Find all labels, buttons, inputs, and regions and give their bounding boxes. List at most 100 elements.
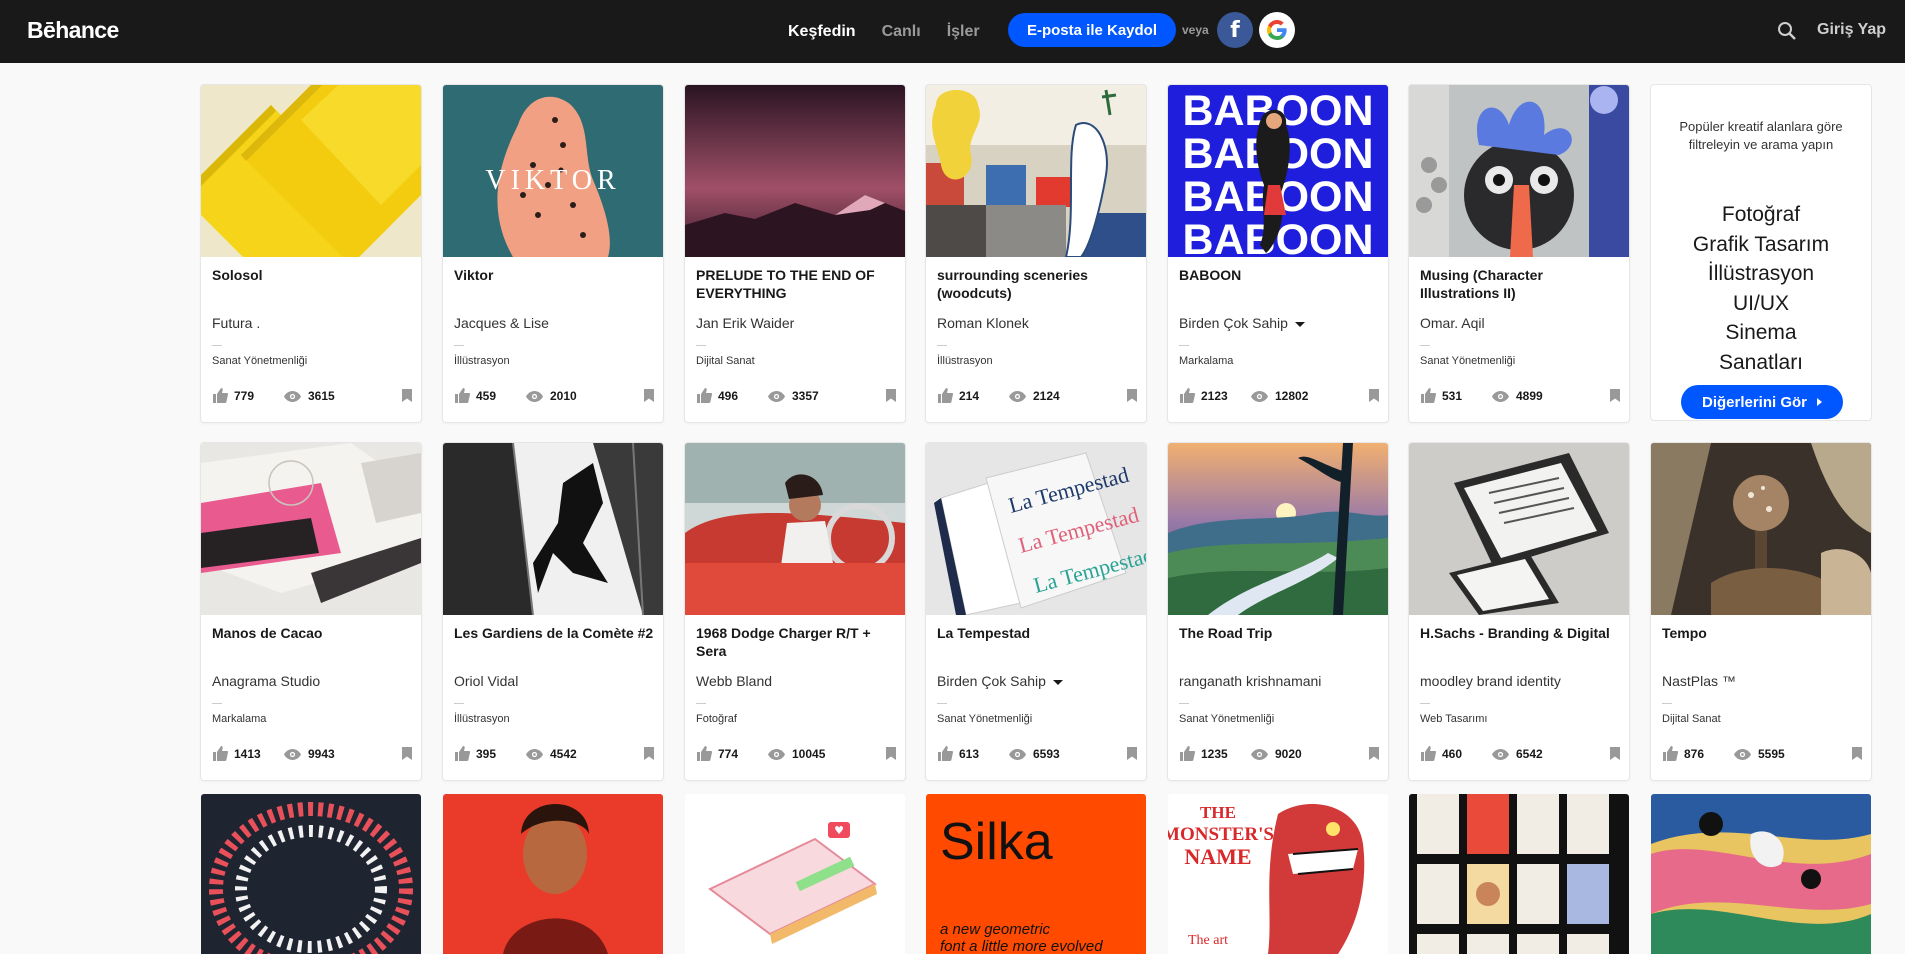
login-link[interactable]: Giriş Yap — [1817, 21, 1886, 39]
project-title[interactable]: Manos de Cacao — [212, 624, 412, 642]
nav-live[interactable]: Canlı — [882, 23, 921, 41]
project-title[interactable]: BABOON — [1179, 266, 1379, 284]
project-field[interactable]: Fotoğraf — [696, 713, 737, 725]
project-thumbnail[interactable] — [443, 794, 663, 954]
google-login-button[interactable] — [1259, 12, 1295, 48]
project-card[interactable]: Musing (Character Illustrations II) Omar… — [1409, 85, 1629, 422]
see-more-fields-button[interactable]: Diğerlerini Gör — [1681, 385, 1843, 419]
project-thumbnail[interactable] — [1409, 85, 1629, 257]
project-thumbnail[interactable] — [201, 85, 421, 257]
save-to-collection-button[interactable] — [886, 747, 896, 760]
project-card[interactable]: PRELUDE TO THE END OF EVERYTHING Jan Eri… — [685, 85, 905, 422]
project-field[interactable]: Markalama — [212, 713, 266, 725]
project-thumbnail[interactable] — [685, 85, 905, 257]
project-thumbnail[interactable]: ♥ — [685, 794, 905, 954]
project-field[interactable]: Sanat Yönetmenliği — [937, 713, 1032, 725]
project-title[interactable]: H.Sachs - Branding & Digital — [1420, 624, 1620, 642]
save-to-collection-button[interactable] — [644, 747, 654, 760]
save-to-collection-button[interactable] — [1369, 747, 1379, 760]
project-title[interactable]: Solosol — [212, 266, 412, 284]
project-field[interactable]: Dijital Sanat — [696, 355, 755, 367]
project-field[interactable]: Sanat Yönetmenliği — [212, 355, 307, 367]
project-thumbnail[interactable] — [685, 443, 905, 615]
project-owner[interactable]: Futura . — [212, 315, 260, 331]
project-card[interactable]: Solosol Futura . Sanat Yönetmenliği 779 … — [201, 85, 421, 422]
email-signup-button[interactable]: E-posta ile Kaydol — [1008, 13, 1176, 47]
project-owner[interactable]: Oriol Vidal — [454, 673, 518, 689]
project-thumbnail[interactable] — [1168, 443, 1388, 615]
facebook-login-button[interactable]: f — [1217, 12, 1253, 48]
save-to-collection-button[interactable] — [1127, 389, 1137, 402]
behance-logo[interactable]: Bēhance — [27, 17, 119, 44]
nav-discover[interactable]: Keşfedin — [788, 23, 856, 41]
save-to-collection-button[interactable] — [1852, 747, 1862, 760]
project-title[interactable]: PRELUDE TO THE END OF EVERYTHING — [696, 266, 896, 302]
project-field[interactable]: Web Tasarımı — [1420, 713, 1487, 725]
project-card[interactable]: H.Sachs - Branding & Digital moodley bra… — [1409, 443, 1629, 780]
project-owner[interactable]: ranganath krishnamani — [1179, 673, 1321, 689]
project-field[interactable]: İllüstrasyon — [454, 713, 510, 725]
save-to-collection-button[interactable] — [1127, 747, 1137, 760]
project-card[interactable]: VIKTOR Viktor Jacques & Lise İllüstrasyo… — [443, 85, 663, 422]
project-card[interactable]: BABOON BABOON BABOON BABOON BABOON Birde… — [1168, 85, 1388, 422]
project-field[interactable]: Sanat Yönetmenliği — [1179, 713, 1274, 725]
project-owner[interactable]: Webb Bland — [696, 673, 772, 689]
project-owner[interactable]: NastPlas ™ — [1662, 673, 1736, 689]
project-card[interactable]: La Tempestad La Tempestad La Tempestad L… — [926, 443, 1146, 780]
project-field[interactable]: Sanat Yönetmenliği — [1420, 355, 1515, 367]
project-owner[interactable]: Anagrama Studio — [212, 673, 320, 689]
save-to-collection-button[interactable] — [1610, 389, 1620, 402]
project-owner-dropdown[interactable]: Birden Çok Sahip — [937, 673, 1063, 689]
project-card[interactable]: Tempo NastPlas ™ Dijital Sanat 876 5595 — [1651, 443, 1871, 780]
project-thumbnail[interactable]: VIKTOR — [443, 85, 663, 257]
save-to-collection-button[interactable] — [402, 389, 412, 402]
project-title[interactable]: surrounding sceneries (woodcuts) — [937, 266, 1137, 302]
project-field[interactable]: İllüstrasyon — [937, 355, 993, 367]
field-link-photography[interactable]: Fotoğraf — [1651, 200, 1871, 230]
project-owner[interactable]: moodley brand identity — [1420, 673, 1561, 689]
project-card[interactable]: Les Gardiens de la Comète #2 Oriol Vidal… — [443, 443, 663, 780]
project-card[interactable]: 1968 Dodge Charger R/T + Sera Webb Bland… — [685, 443, 905, 780]
project-card[interactable]: The Road Trip ranganath krishnamani Sana… — [1168, 443, 1388, 780]
field-link-illustration[interactable]: İllüstrasyon — [1651, 259, 1871, 289]
project-owner[interactable]: Roman Klonek — [937, 315, 1029, 331]
project-title[interactable]: The Road Trip — [1179, 624, 1379, 642]
project-thumbnail[interactable]: THE MONSTER'S NAME The art — [1168, 794, 1388, 954]
project-thumbnail[interactable] — [926, 85, 1146, 257]
project-thumbnail[interactable] — [1409, 794, 1629, 954]
project-owner[interactable]: Birden Çok Sahip — [937, 673, 1046, 689]
project-owner[interactable]: Jacques & Lise — [454, 315, 549, 331]
project-thumbnail[interactable] — [201, 794, 421, 954]
project-title[interactable]: Les Gardiens de la Comète #2 — [454, 624, 654, 642]
save-to-collection-button[interactable] — [1610, 747, 1620, 760]
project-title[interactable]: Tempo — [1662, 624, 1862, 642]
save-to-collection-button[interactable] — [644, 389, 654, 402]
save-to-collection-button[interactable] — [402, 747, 412, 760]
project-owner-dropdown[interactable]: Birden Çok Sahip — [1179, 315, 1305, 331]
project-owner[interactable]: Omar. Aqil — [1420, 315, 1485, 331]
project-title[interactable]: Musing (Character Illustrations II) — [1420, 266, 1620, 302]
project-card[interactable]: Manos de Cacao Anagrama Studio Markalama… — [201, 443, 421, 780]
field-link-ui-ux[interactable]: UI/UX — [1651, 289, 1871, 319]
save-to-collection-button[interactable] — [886, 389, 896, 402]
project-field[interactable]: Markalama — [1179, 355, 1233, 367]
project-thumbnail[interactable] — [1651, 443, 1871, 615]
field-link-arts[interactable]: Sanatları — [1651, 348, 1871, 378]
search-icon[interactable] — [1777, 21, 1797, 41]
project-thumbnail[interactable] — [443, 443, 663, 615]
project-thumbnail[interactable] — [1409, 443, 1629, 615]
project-thumbnail[interactable] — [1651, 794, 1871, 954]
project-thumbnail[interactable] — [201, 443, 421, 615]
project-thumbnail[interactable]: Silka a new geometric font a little more… — [926, 794, 1146, 954]
project-title[interactable]: 1968 Dodge Charger R/T + Sera — [696, 624, 896, 660]
project-title[interactable]: La Tempestad — [937, 624, 1137, 642]
project-thumbnail[interactable]: BABOON BABOON BABOON BABOON — [1168, 85, 1388, 257]
project-owner[interactable]: Jan Erik Waider — [696, 315, 794, 331]
project-title[interactable]: Viktor — [454, 266, 654, 284]
project-thumbnail[interactable]: La Tempestad La Tempestad La Tempestad — [926, 443, 1146, 615]
field-link-cinema[interactable]: Sinema — [1651, 318, 1871, 348]
save-to-collection-button[interactable] — [1369, 389, 1379, 402]
project-owner[interactable]: Birden Çok Sahip — [1179, 315, 1288, 331]
project-card[interactable]: surrounding sceneries (woodcuts) Roman K… — [926, 85, 1146, 422]
nav-jobs[interactable]: İşler — [947, 23, 980, 41]
